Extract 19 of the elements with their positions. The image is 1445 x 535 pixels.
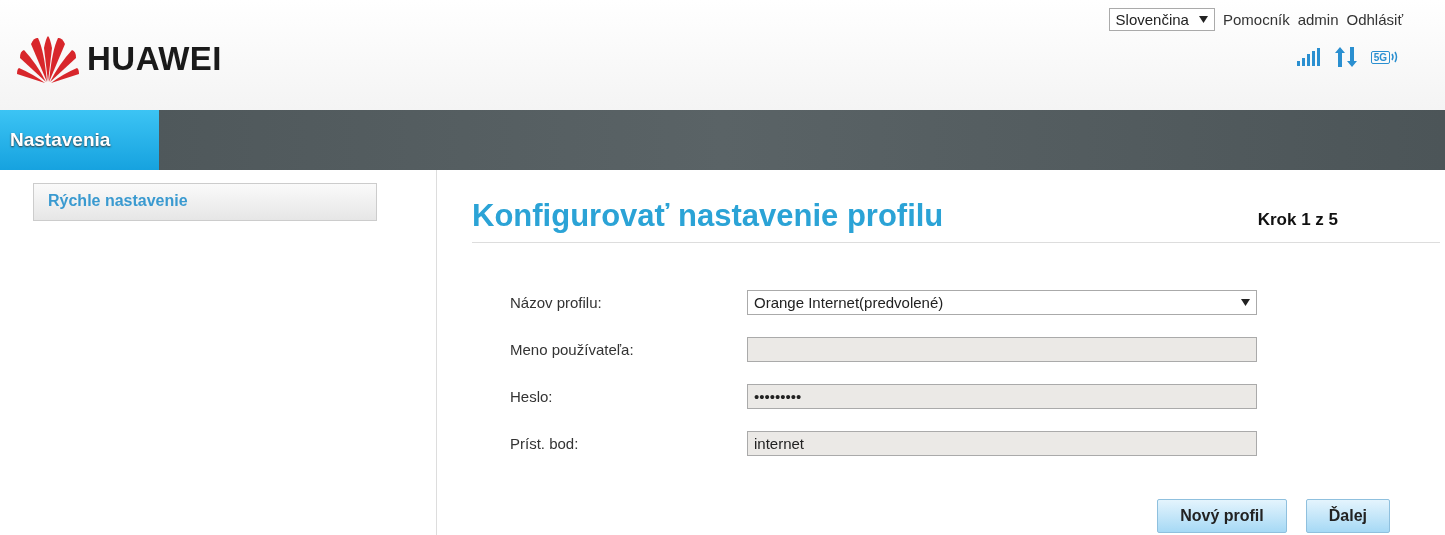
field-label: Príst. bod: <box>510 435 580 452</box>
field-label: Heslo: <box>510 388 554 405</box>
step-indicator: Krok 1 z 5 <box>1257 210 1339 231</box>
select-field[interactable]: Orange Internet(predvolené) <box>747 290 1257 315</box>
field-label: Názov profilu: <box>510 294 603 311</box>
language-select[interactable]: Slovenčina <box>1108 8 1215 31</box>
header-link[interactable]: Odhlásiť <box>1346 11 1403 28</box>
field-label: Meno používateľa: <box>510 341 635 358</box>
dropdown-caret-icon <box>1198 16 1208 23</box>
signal-icon <box>1296 48 1321 66</box>
logo-icon <box>17 34 79 84</box>
page-title: Konfigurovať nastavenie profilu <box>472 198 944 234</box>
data-transfer-icon <box>1334 47 1357 67</box>
header-link[interactable]: Pomocník <box>1222 11 1290 28</box>
action-button[interactable]: Nový profil <box>1157 499 1287 533</box>
header-link[interactable]: admin <box>1297 11 1339 28</box>
brand-name: HUAWEI <box>87 40 222 78</box>
dropdown-caret-icon <box>1241 299 1250 306</box>
action-button[interactable]: Ďalej <box>1305 499 1390 533</box>
